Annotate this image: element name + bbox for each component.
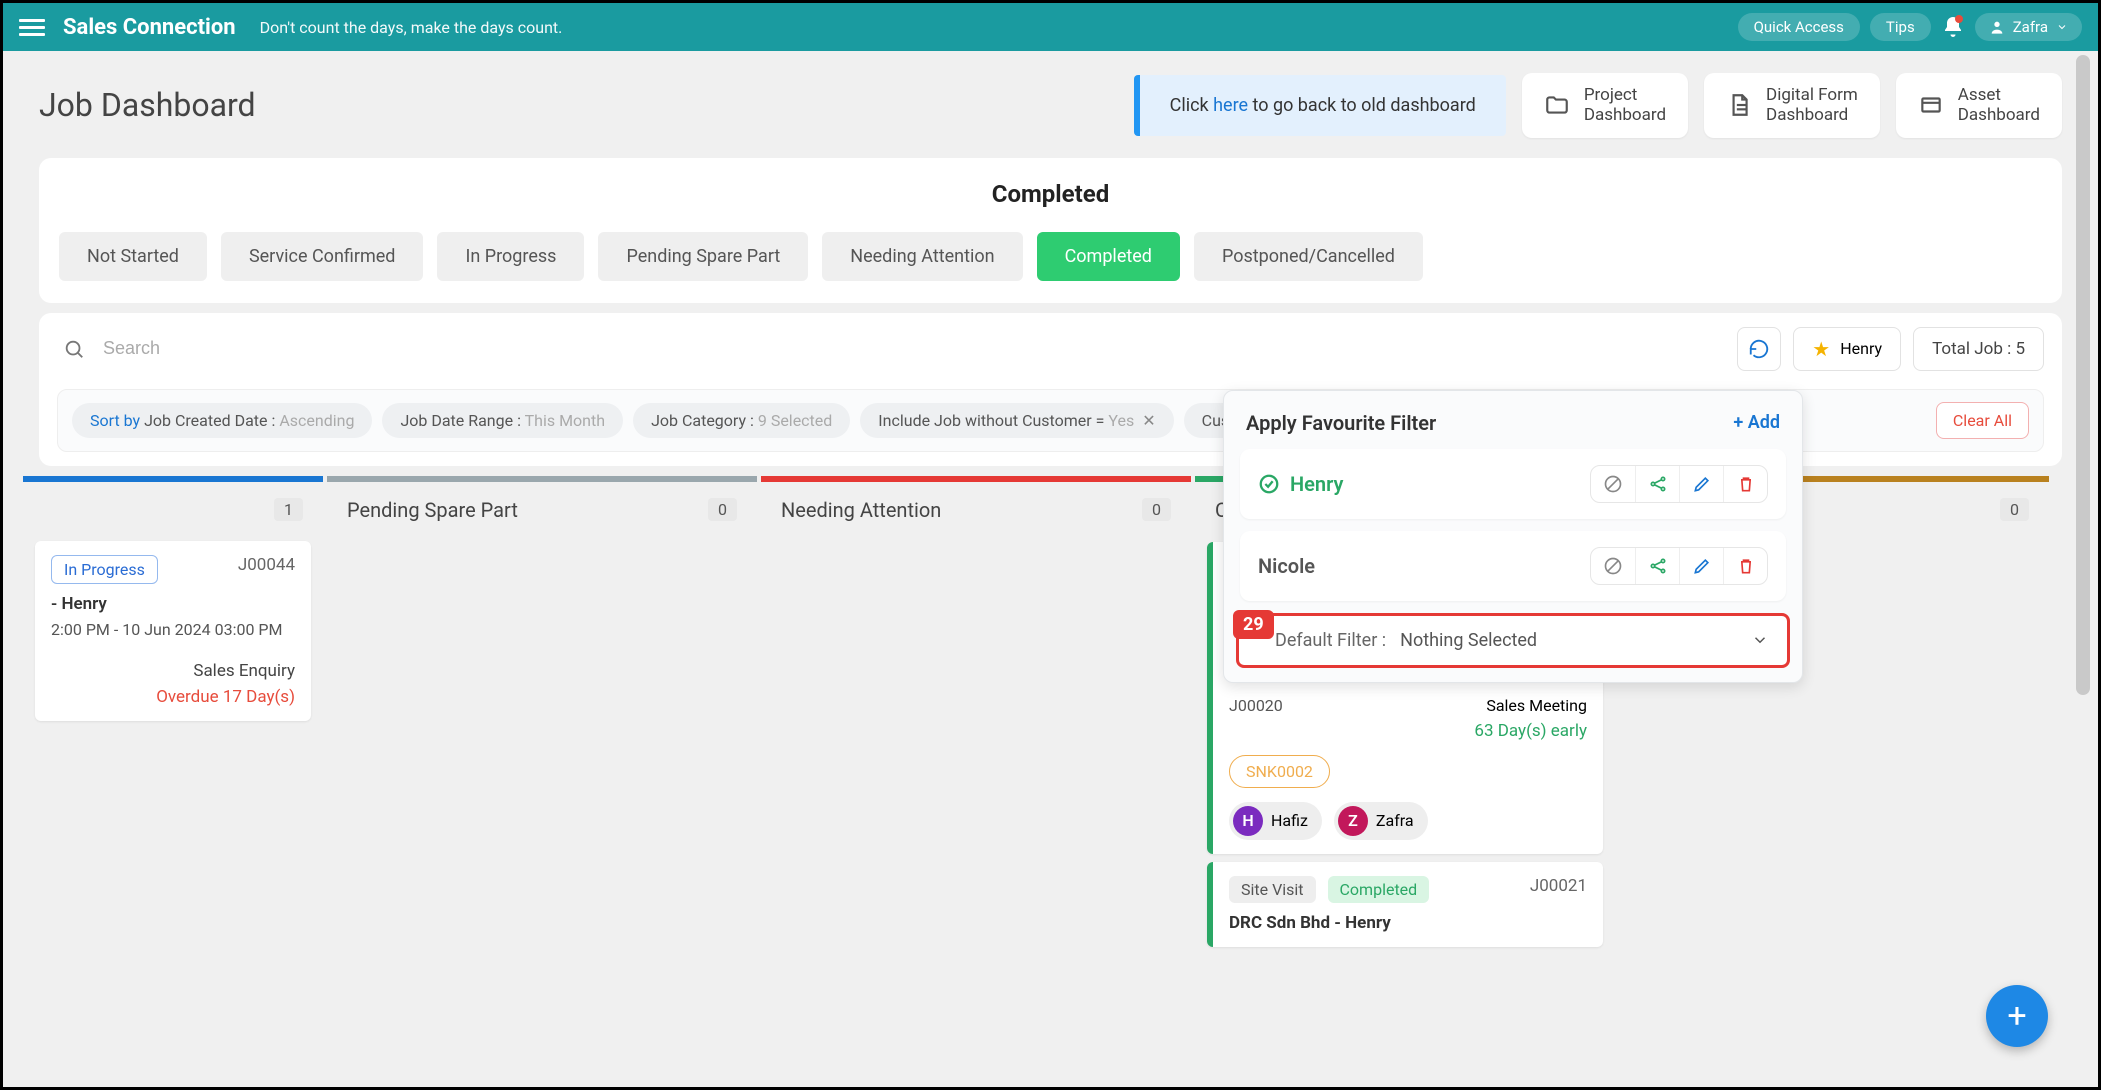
job-category: Sales Enquiry (51, 661, 295, 681)
column-count: 1 (274, 498, 303, 521)
column-in-progress: 1 In Progress J00044 - Henry 2:00 PM - 1… (23, 476, 323, 955)
avatar: Z (1338, 806, 1368, 836)
user-icon (1989, 19, 2005, 35)
refresh-icon (1748, 338, 1770, 360)
scrollbar[interactable] (2074, 55, 2092, 1081)
overdue-label: Overdue 17 Day(s) (51, 687, 295, 707)
clear-all-button[interactable]: Clear All (1936, 402, 2029, 439)
reference-badge: SNK0002 (1229, 755, 1330, 788)
search-icon (63, 338, 85, 360)
status-tabs-panel: Completed Not Started Service Confirmed … (39, 158, 2062, 303)
page-title: Job Dashboard (39, 86, 256, 124)
avatar: H (1233, 806, 1263, 836)
favourite-filter-label: Henry (1840, 339, 1882, 358)
tagline: Don't count the days, make the days coun… (260, 18, 563, 37)
user-name: Zafra (2013, 18, 2048, 36)
page-header: Job Dashboard Click here to go back to o… (3, 51, 2098, 148)
tab-needing-attention[interactable]: Needing Attention (822, 232, 1022, 281)
total-job-count: Total Job : 5 (1913, 327, 2044, 371)
chip-category[interactable]: Job Category : 9 Selected (633, 403, 850, 438)
assignees: HHafiz ZZafra (1229, 802, 1587, 840)
old-dashboard-banner: Click here to go back to old dashboard (1134, 75, 1506, 136)
old-dashboard-link[interactable]: here (1213, 95, 1248, 116)
filter-chips-row: Sort by Job Created Date : Ascending Job… (57, 389, 2044, 452)
column-count: 0 (2000, 498, 2029, 521)
column-needing-attention: Needing Attention0 (761, 476, 1191, 955)
star-icon: ★ (1812, 337, 1830, 361)
digital-form-dashboard-button[interactable]: Digital FormDashboard (1704, 73, 1880, 138)
search-filter-panel: ★ Henry Total Job : 5 Sort by Job Create… (39, 313, 2062, 466)
visibility-icon[interactable] (1591, 466, 1635, 502)
panel-heading: Completed (59, 180, 2042, 208)
tab-completed[interactable]: Completed (1037, 232, 1180, 281)
callout-badge: 29 (1233, 610, 1274, 639)
job-type-badge: Site Visit (1229, 876, 1316, 903)
status-badge: Completed (1328, 876, 1430, 903)
topbar: Sales Connection Don't count the days, m… (3, 3, 2098, 51)
popover-title: Apply Favourite Filter (1246, 411, 1436, 435)
job-company: DRC Sdn Bhd - Henry (1229, 913, 1587, 933)
app-title: Sales Connection (63, 15, 236, 40)
add-job-fab[interactable]: + (1986, 985, 2048, 1047)
edit-icon[interactable] (1679, 548, 1723, 584)
column-pending-spare-part: Pending Spare Part0 (327, 476, 757, 955)
chip-include-without-customer[interactable]: Include Job without Customer = Yes✕ (860, 403, 1173, 438)
assignee[interactable]: ZZafra (1334, 802, 1428, 840)
favourite-item-actions (1590, 547, 1768, 585)
project-dashboard-button[interactable]: ProjectDashboard (1522, 73, 1688, 138)
tab-postponed-cancelled[interactable]: Postponed/Cancelled (1194, 232, 1423, 281)
share-icon[interactable] (1635, 548, 1679, 584)
chip-sort[interactable]: Sort by Job Created Date : Ascending (72, 403, 372, 438)
tab-service-confirmed[interactable]: Service Confirmed (221, 232, 424, 281)
job-id: J00021 (1530, 876, 1587, 896)
notifications-icon[interactable] (1941, 15, 1965, 39)
refresh-button[interactable] (1737, 327, 1781, 371)
early-label: 63 Day(s) early (1229, 721, 1587, 741)
delete-icon[interactable] (1723, 466, 1767, 502)
visibility-icon[interactable] (1591, 548, 1635, 584)
job-id: J00044 (238, 555, 295, 575)
status-tabs: Not Started Service Confirmed In Progres… (59, 232, 2042, 281)
job-category: Sales Meeting (1486, 696, 1587, 715)
tab-not-started[interactable]: Not Started (59, 232, 207, 281)
job-title: - Henry (51, 594, 295, 614)
chip-date-range[interactable]: Job Date Range : This Month (382, 403, 623, 438)
chevron-down-icon (2056, 21, 2068, 33)
status-badge: In Progress (51, 555, 158, 584)
edit-icon[interactable] (1679, 466, 1723, 502)
favourite-filter-button[interactable]: ★ Henry (1793, 327, 1901, 371)
share-icon[interactable] (1635, 466, 1679, 502)
column-count: 0 (708, 498, 737, 521)
column-count: 0 (1142, 498, 1171, 521)
chevron-down-icon (1751, 631, 1769, 649)
tab-in-progress[interactable]: In Progress (437, 232, 584, 281)
chip-remove-icon[interactable]: ✕ (1142, 411, 1155, 430)
add-favourite-button[interactable]: + Add (1733, 412, 1780, 433)
favourite-filter-popover: Apply Favourite Filter + Add Henry Nicol… (1223, 390, 1803, 683)
job-time: 2:00 PM - 10 Jun 2024 03:00 PM (51, 620, 295, 639)
check-icon (1258, 473, 1280, 495)
delete-icon[interactable] (1723, 548, 1767, 584)
hamburger-icon[interactable] (19, 14, 45, 40)
job-card[interactable]: In Progress J00044 - Henry 2:00 PM - 10 … (35, 541, 311, 721)
favourite-item-nicole[interactable]: Nicole (1240, 531, 1786, 601)
user-menu[interactable]: Zafra (1975, 13, 2082, 41)
job-id: J00020 (1229, 696, 1283, 715)
favourite-item-actions (1590, 465, 1768, 503)
default-filter-select[interactable]: 29 Default Filter : Nothing Selected (1236, 613, 1790, 668)
asset-icon (1918, 92, 1944, 118)
asset-dashboard-button[interactable]: AssetDashboard (1896, 73, 2062, 138)
folder-icon (1544, 92, 1570, 118)
tips-button[interactable]: Tips (1870, 13, 1931, 41)
tab-pending-spare-part[interactable]: Pending Spare Part (598, 232, 808, 281)
quick-access-button[interactable]: Quick Access (1738, 13, 1860, 41)
assignee[interactable]: HHafiz (1229, 802, 1322, 840)
job-card[interactable]: Site Visit Completed J00021 DRC Sdn Bhd … (1207, 862, 1603, 947)
search-input[interactable] (97, 328, 1725, 369)
document-icon (1726, 92, 1752, 118)
favourite-item-henry[interactable]: Henry (1240, 449, 1786, 519)
